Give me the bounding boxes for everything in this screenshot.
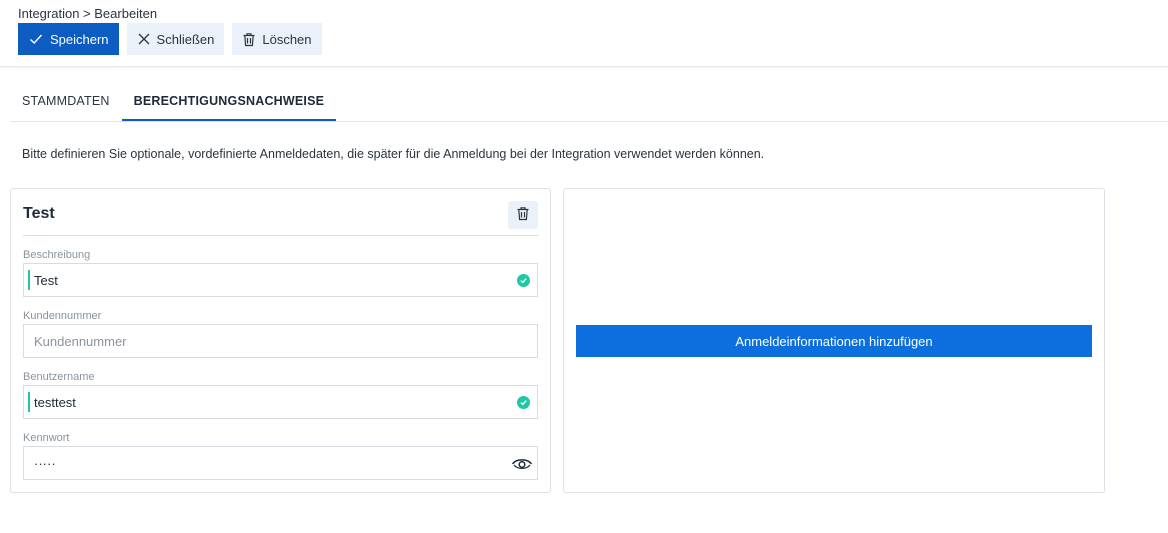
- breadcrumb: Integration > Bearbeiten: [18, 6, 158, 21]
- tab-stammdaten[interactable]: STAMMDATEN: [10, 82, 122, 121]
- credential-title: Test: [23, 205, 55, 222]
- description-input[interactable]: [24, 264, 537, 296]
- trash-icon: [242, 32, 256, 47]
- close-button[interactable]: Schließen: [126, 23, 225, 55]
- toolbar: Speichern Schließen Löschen: [18, 23, 322, 55]
- divider: [23, 235, 538, 236]
- tab-berechtigungsnachweise[interactable]: BERECHTIGUNGSNACHWEISE: [121, 82, 337, 121]
- trash-icon: [516, 206, 530, 224]
- check-circle-icon: [517, 396, 530, 409]
- password-label: Kennwort: [23, 432, 70, 444]
- close-icon: [137, 32, 151, 46]
- password-field-box: [23, 446, 538, 480]
- username-field-box: [23, 385, 538, 419]
- username-input[interactable]: [24, 386, 537, 418]
- description-label: Beschreibung: [23, 249, 91, 261]
- add-credential-card: Anmeldeinformationen hinzufügen: [563, 188, 1105, 493]
- customer-number-label: Kundennummer: [23, 310, 102, 322]
- password-input[interactable]: [24, 447, 537, 479]
- add-credentials-button[interactable]: Anmeldeinformationen hinzufügen: [576, 325, 1092, 357]
- check-circle-icon: [517, 274, 530, 287]
- check-icon: [28, 31, 44, 47]
- top-bar: Integration > Bearbeiten Speichern Schli…: [0, 0, 1168, 67]
- save-button-label: Speichern: [50, 31, 109, 47]
- delete-button-label: Löschen: [262, 31, 312, 47]
- customer-number-field-box: [23, 324, 538, 358]
- save-button[interactable]: Speichern: [18, 23, 119, 55]
- description-field-box: [23, 263, 538, 297]
- credential-card: Test Beschreibung Kundennummer Benutzern…: [10, 188, 551, 493]
- tab-bar: STAMMDATEN BERECHTIGUNGSNACHWEISE: [10, 82, 1168, 122]
- delete-button[interactable]: Löschen: [232, 23, 322, 55]
- close-button-label: Schließen: [156, 31, 215, 47]
- delete-credential-button[interactable]: [508, 201, 538, 229]
- customer-number-input[interactable]: [24, 325, 537, 357]
- eye-icon[interactable]: [511, 457, 533, 474]
- info-text: Bitte definieren Sie optionale, vordefin…: [22, 147, 765, 161]
- username-label: Benutzername: [23, 371, 95, 383]
